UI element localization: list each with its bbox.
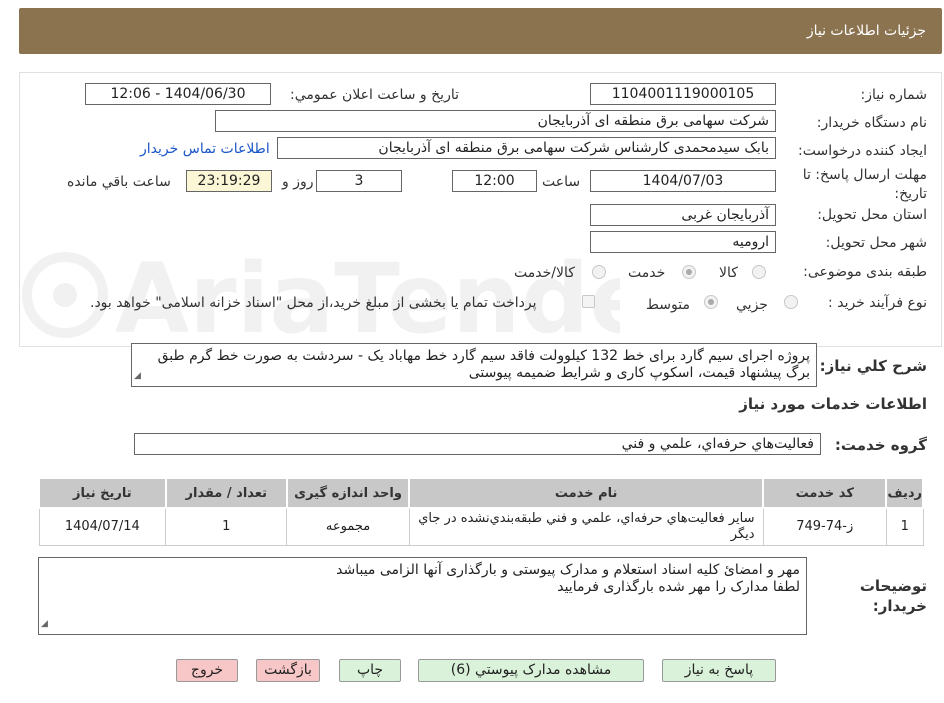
resize-handle-icon[interactable]: ◢ <box>41 616 48 633</box>
remaining-label: ساعت باقي مانده <box>67 174 171 190</box>
category-option-goods-service: کالا/خدمت <box>514 265 575 281</box>
cell-date: 1404/07/14 <box>38 507 167 546</box>
need-number-label: شماره نیاز: <box>860 87 928 103</box>
category-option-service: خدمت <box>628 265 666 281</box>
services-table: رديف کد خدمت نام خدمت واحد اندازه گيری ت… <box>38 477 924 546</box>
category-radio-goods[interactable] <box>752 265 766 279</box>
col-header-code: کد خدمت <box>762 477 888 509</box>
city-label: شهر محل تحويل: <box>825 235 927 251</box>
process-radio-minor[interactable] <box>784 295 798 309</box>
deadline-time-field[interactable]: 12:00 <box>452 170 537 192</box>
cell-unit: مجموعه <box>286 507 410 546</box>
table-header-row: رديف کد خدمت نام خدمت واحد اندازه گيری ت… <box>38 477 924 509</box>
category-radio-service[interactable] <box>682 265 696 279</box>
city-field[interactable]: ارومیه <box>590 231 776 253</box>
service-group-label: گروه خدمت: <box>834 436 927 454</box>
buyer-org-label: نام دستگاه خريدار: <box>816 115 927 131</box>
col-header-quantity: تعداد / مقدار <box>164 477 288 509</box>
page-header: جزئیات اطلاعات نیاز <box>19 8 942 54</box>
requester-field[interactable]: بابک سیدمحمدی کارشناس شرکت سهامی برق منط… <box>277 137 776 159</box>
deadline-time-label: ساعت <box>542 174 581 190</box>
deadline-label: مهلت ارسال پاسخ: تا تاريخ: <box>802 167 927 202</box>
days-field[interactable]: 3 <box>316 170 402 192</box>
remaining-time-field: 23:19:29 <box>186 170 272 192</box>
description-text: پروژه اجرای سیم گارد برای خط 132 کیلوولت… <box>157 348 810 381</box>
reply-button[interactable]: پاسخ به نياز <box>662 659 776 682</box>
category-option-goods: کالا <box>719 265 738 281</box>
view-attachments-button[interactable]: مشاهده مدارک پيوستي (6) <box>418 659 644 682</box>
buyer-contact-link[interactable]: اطلاعات تماس خريدار <box>140 141 270 157</box>
deadline-date-field[interactable]: 1404/07/03 <box>590 170 776 192</box>
col-header-index: رديف <box>885 477 924 509</box>
col-header-date: تاريخ نياز <box>38 477 167 509</box>
category-radio-goods-service[interactable] <box>592 265 606 279</box>
days-label: روز و <box>282 174 314 190</box>
requester-label: ايجاد کننده درخواست: <box>798 143 927 159</box>
process-radio-medium[interactable] <box>704 295 718 309</box>
category-label: طبقه بندی موضوعی: <box>803 264 927 280</box>
buyer-notes-line-2: لطفا مدارک را مهر شده بارگذاری فرمایید <box>557 579 800 595</box>
back-button[interactable]: بازگشت <box>256 659 320 682</box>
province-field[interactable]: آذربایجان غربی <box>590 204 776 226</box>
buyer-notes-label: توضيحات خريدار: <box>859 577 927 615</box>
col-header-unit: واحد اندازه گيری <box>285 477 411 509</box>
description-label: شرح کلي نياز: <box>819 357 927 375</box>
service-group-field[interactable]: فعاليت‌هاي حرفه‌اي، علمي و فني <box>134 433 821 455</box>
payment-checkbox[interactable] <box>582 295 595 308</box>
payment-note: پرداخت تمام يا بخشی از مبلغ خريد،از محل … <box>90 295 537 311</box>
page-title: جزئیات اطلاعات نیاز <box>806 23 926 39</box>
exit-button[interactable]: خروج <box>176 659 238 682</box>
buyer-org-field[interactable]: شرکت سهامی برق منطقه ای آذربایجان <box>215 110 776 132</box>
announce-date-field[interactable]: 1404/06/30 - 12:06 <box>85 83 271 105</box>
process-label: نوع فرآيند خريد : <box>828 295 927 311</box>
buyer-notes-line-1: مهر و امضائ کلیه اسناد استعلام و مدارک پ… <box>336 562 800 578</box>
need-number-field[interactable]: 1104001119000105 <box>590 83 776 105</box>
services-section-title: اطلاعات خدمات مورد نياز <box>739 395 927 413</box>
cell-quantity: 1 <box>165 507 288 546</box>
province-label: استان محل تحويل: <box>817 207 927 223</box>
print-button[interactable]: چاپ <box>339 659 401 682</box>
process-option-minor: جزيي <box>736 297 768 313</box>
cell-name: ساير فعاليت‌هاي حرفه‌اي، علمي و فني طبقه… <box>408 507 764 546</box>
table-row: 1 ز-74-749 ساير فعاليت‌هاي حرفه‌اي، علمي… <box>38 507 924 546</box>
buyer-notes-field[interactable]: مهر و امضائ کلیه اسناد استعلام و مدارک پ… <box>38 557 807 635</box>
announce-date-label: تاريخ و ساعت اعلان عمومي: <box>290 87 459 103</box>
process-option-medium: متوسط <box>646 297 690 313</box>
cell-index: 1 <box>885 507 924 546</box>
description-field[interactable]: پروژه اجرای سیم گارد برای خط 132 کیلوولت… <box>131 343 817 387</box>
resize-handle-icon[interactable]: ◢ <box>134 368 141 385</box>
col-header-name: نام خدمت <box>408 477 765 509</box>
cell-code: ز-74-749 <box>762 507 887 546</box>
